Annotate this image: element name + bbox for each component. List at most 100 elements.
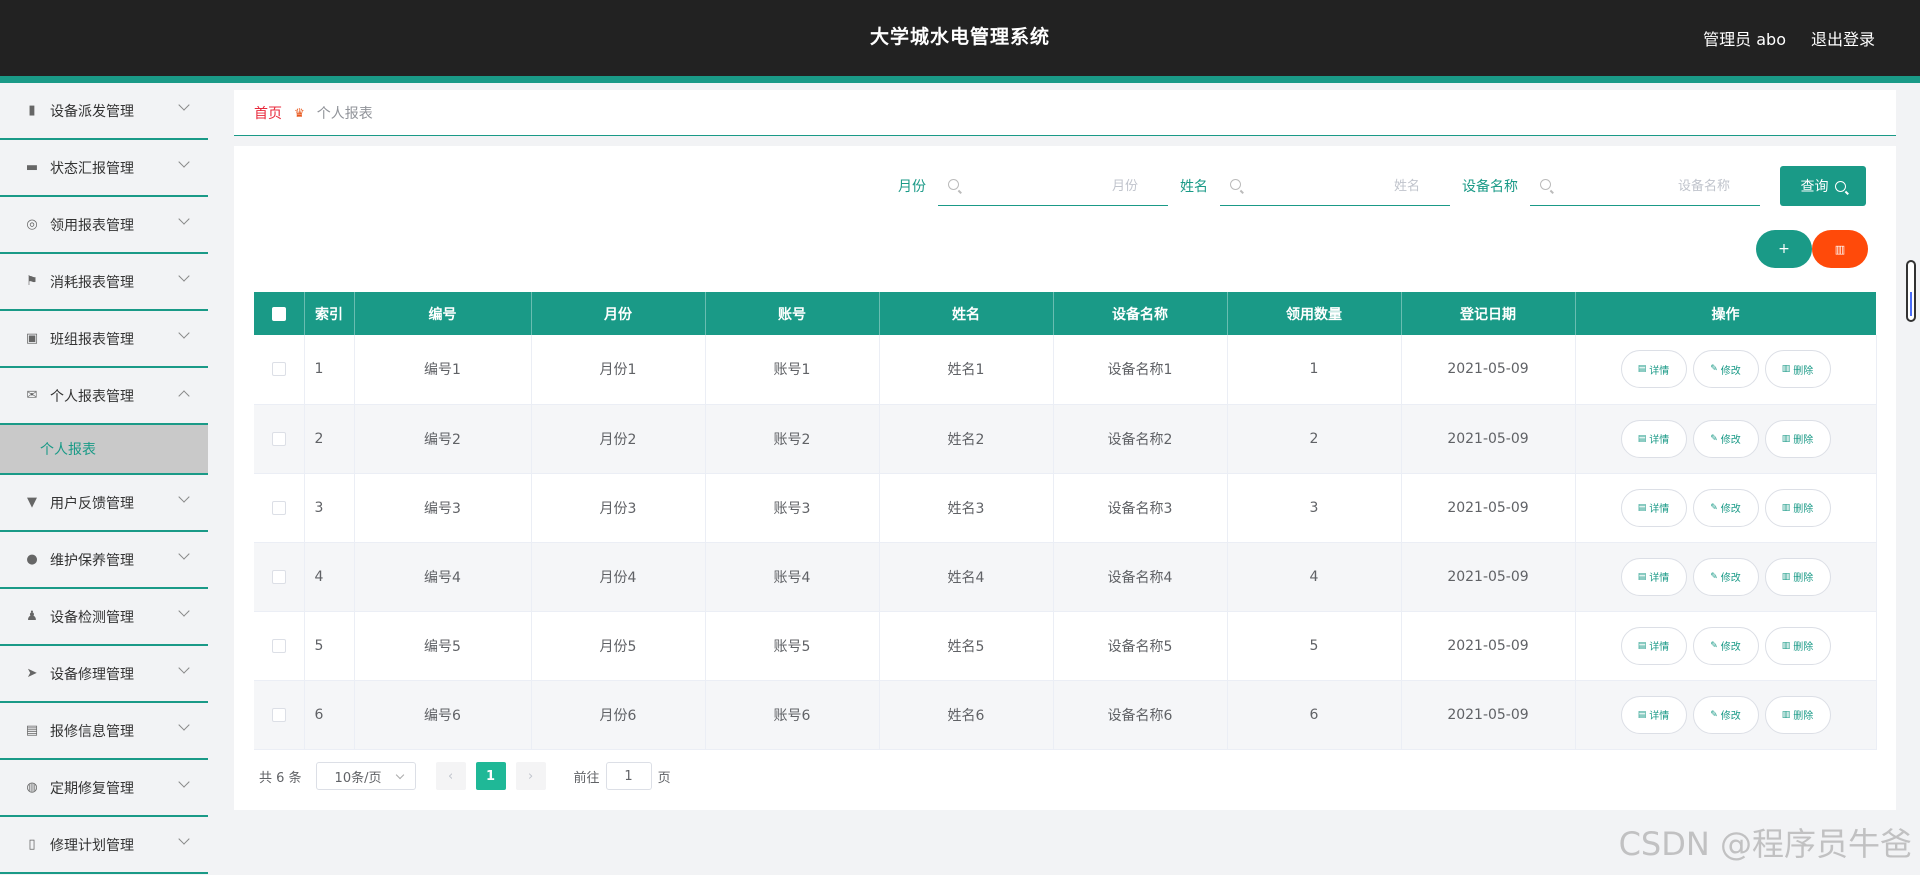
breadcrumb: 首页 ♛ 个人报表 <box>234 90 1896 136</box>
row-checkbox[interactable] <box>271 707 286 722</box>
sidebar-item-label: 报修信息管理 <box>50 723 134 740</box>
table-cell: 账号6 <box>705 680 880 750</box>
delete-button-label: 删除 <box>1793 573 1814 584</box>
detail-button[interactable]: ▤ 详情 <box>1620 488 1687 527</box>
delete-button[interactable]: ▥ 删除 <box>1764 626 1831 665</box>
detail-button-label: 详情 <box>1649 711 1670 722</box>
select-all-cell <box>254 292 305 335</box>
column-header: 姓名 <box>879 292 1054 335</box>
row-checkbox[interactable] <box>271 500 286 515</box>
sidebar: ▮ 设备派发管理 ▬ 状态汇报管理 ◎ 领用报表管理 ⚑ 消耗报表管理 ▣ 班组报表管理 ✉ 个人报表… <box>0 83 208 875</box>
row-checkbox[interactable] <box>271 431 286 446</box>
app-title: 大学城水电管理系统 <box>869 26 1050 48</box>
goto-page: 前往 页 <box>574 762 671 790</box>
phone-icon: ▯ <box>28 837 36 852</box>
select-all-checkbox[interactable] <box>271 306 286 321</box>
delete-button[interactable]: ▥ 删除 <box>1764 695 1831 734</box>
goto-page-input[interactable] <box>605 762 652 790</box>
sidebar-item[interactable]: ♟ 设备检测管理 <box>0 589 208 646</box>
header-accent-bar <box>0 76 1920 83</box>
sidebar-item[interactable]: ⚑ 消耗报表管理 <box>0 254 208 311</box>
row-checkbox[interactable] <box>271 362 286 377</box>
table-cell: 姓名5 <box>879 611 1054 681</box>
sidebar-item[interactable]: ✉ 个人报表管理 <box>0 368 208 425</box>
sidebar-subitem-personal-report[interactable]: 个人报表 <box>0 425 208 475</box>
sidebar-item[interactable]: ▼ 用户反馈管理 <box>0 475 208 532</box>
column-header: 领用数量 <box>1227 292 1402 335</box>
sidebar-item[interactable]: ➤ 设备修理管理 <box>0 646 208 703</box>
search-icon <box>1230 179 1241 190</box>
month-input[interactable] <box>968 166 1138 206</box>
page-number-button[interactable]: 1 <box>475 762 506 790</box>
delete-button[interactable]: ▥ 删除 <box>1764 488 1831 527</box>
table-body: 1 编号1 月份1 账号1 姓名1 设备名称1 1 2021-05-09 ▤ 详情 ✎ 修改 ▥ 删除 2 编… <box>254 335 1877 750</box>
detail-button[interactable]: ▤ 详情 <box>1620 695 1687 734</box>
table-cell: 6 <box>1227 680 1402 750</box>
chevron-right-icon: › <box>527 768 534 784</box>
sidebar-item-label: 设备修理管理 <box>50 666 134 683</box>
detail-button-label: 详情 <box>1649 365 1670 377</box>
sidebar-item-label: 定期修复管理 <box>50 780 134 797</box>
sidebar-item[interactable]: ◍ 定期修复管理 <box>0 760 208 817</box>
device-name-input[interactable] <box>1560 166 1730 206</box>
stamp-icon: ▼ <box>27 495 37 510</box>
add-button[interactable]: + <box>1756 230 1812 268</box>
row-checkbox[interactable] <box>271 638 286 653</box>
page-scrollbar[interactable] <box>1906 260 1916 322</box>
document-icon: ▤ <box>1637 571 1647 582</box>
detail-button[interactable]: ▤ 详情 <box>1620 626 1687 665</box>
month-label: 月份 <box>898 179 926 195</box>
sidebar-item[interactable]: ▮ 设备派发管理 <box>0 83 208 140</box>
edit-button[interactable]: ✎ 修改 <box>1692 419 1759 458</box>
row-checkbox[interactable] <box>271 569 286 584</box>
edit-button[interactable]: ✎ 修改 <box>1692 626 1759 665</box>
table-cell: 编号5 <box>354 611 532 681</box>
current-user: 管理员 abo <box>1703 30 1786 49</box>
sidebar-item[interactable]: ● 维护保养管理 <box>0 532 208 589</box>
name-input[interactable] <box>1250 166 1420 206</box>
table-cell: 姓名1 <box>879 335 1054 405</box>
table-cell: 3 <box>1227 473 1402 543</box>
table-cell: 设备名称6 <box>1053 680 1228 750</box>
sidebar-item[interactable]: ◎ 领用报表管理 <box>0 197 208 254</box>
pencil-icon: ✎ <box>1710 640 1718 651</box>
logout-link[interactable]: 退出登录 <box>1811 26 1875 50</box>
edit-button[interactable]: ✎ 修改 <box>1692 488 1759 527</box>
sidebar-item[interactable]: ▣ 班组报表管理 <box>0 311 208 368</box>
search-icon <box>948 179 959 190</box>
document-icon: ▤ <box>1637 640 1647 651</box>
detail-button[interactable]: ▤ 详情 <box>1620 419 1687 458</box>
chevron-down-icon <box>178 270 190 282</box>
delete-button[interactable]: ▥ 删除 <box>1764 350 1831 389</box>
detail-button[interactable]: ▤ 详情 <box>1620 557 1687 596</box>
table-cell: 姓名6 <box>879 680 1054 750</box>
chevron-down-icon <box>178 491 190 503</box>
delete-button[interactable]: ▥ 删除 <box>1764 557 1831 596</box>
breadcrumb-home[interactable]: 首页 <box>254 103 282 123</box>
edit-button-label: 修改 <box>1720 642 1741 653</box>
edit-button[interactable]: ✎ 修改 <box>1692 350 1759 389</box>
detail-button-label: 详情 <box>1649 435 1670 446</box>
delete-button[interactable]: ▥ 删除 <box>1764 419 1831 458</box>
edit-button[interactable]: ✎ 修改 <box>1692 695 1759 734</box>
table-cell: 设备名称4 <box>1053 542 1228 612</box>
prev-page-button[interactable]: ‹ <box>435 762 466 790</box>
sidebar-item[interactable]: ▯ 修理计划管理 <box>0 817 208 874</box>
edit-button[interactable]: ✎ 修改 <box>1692 557 1759 596</box>
query-button[interactable]: 查询 <box>1780 166 1866 206</box>
trash-icon: ▥ <box>1781 640 1791 651</box>
sidebar-item-label: 设备派发管理 <box>50 103 134 120</box>
sidebar-item-label: 修理计划管理 <box>50 837 134 854</box>
page-size-select[interactable]: 10条/页 <box>315 762 416 790</box>
batch-delete-button[interactable]: ▥ <box>1812 230 1868 268</box>
trash-icon: ▥ <box>1834 242 1846 256</box>
next-page-button[interactable]: › <box>515 762 546 790</box>
search-bar: 月份 姓名 设备名称 查询 <box>898 166 1866 206</box>
watermark: CSDN @程序员牛爸 <box>1618 825 1912 863</box>
chevron-up-icon <box>178 390 190 402</box>
sidebar-item[interactable]: ▤ 报修信息管理 <box>0 703 208 760</box>
sidebar-item[interactable]: ▬ 状态汇报管理 <box>0 140 208 197</box>
select-cell <box>254 611 305 681</box>
monitor-icon: ▬ <box>25 160 39 175</box>
detail-button[interactable]: ▤ 详情 <box>1620 350 1687 389</box>
